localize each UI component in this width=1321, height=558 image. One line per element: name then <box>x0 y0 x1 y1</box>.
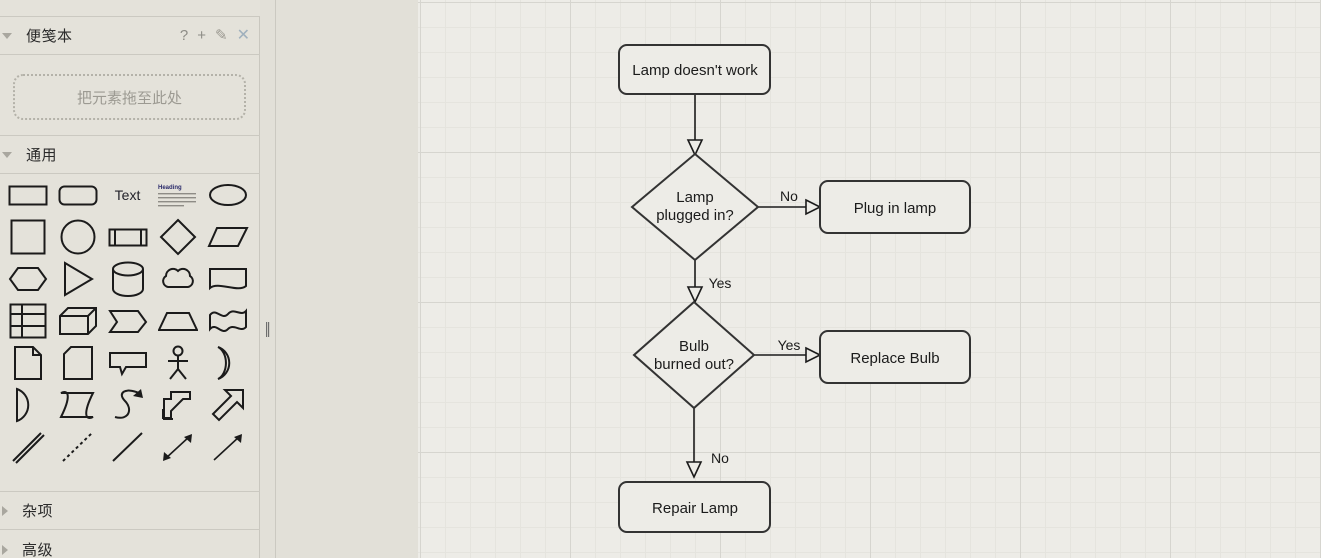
splitter-grip-icon[interactable] <box>266 322 270 337</box>
help-icon[interactable]: ? <box>180 28 188 43</box>
hexagon-shape[interactable] <box>5 258 50 300</box>
parallelogram-shape[interactable] <box>205 216 250 258</box>
diagram-canvas[interactable]: Lamp doesn't work Lamp plugged in? Plug … <box>418 0 1321 558</box>
shape-palette: Text Heading <box>0 174 260 492</box>
double-line-shape[interactable] <box>5 426 50 468</box>
node-label-line1: Bulb <box>679 338 709 355</box>
edge-label-yes-replace: Yes <box>778 337 801 353</box>
cube-shape[interactable] <box>55 300 100 342</box>
shape-row <box>0 342 260 384</box>
node-lamp-doesnt-work[interactable]: Lamp doesn't work <box>618 44 771 95</box>
node-label-line1: Lamp <box>676 189 714 206</box>
edge-label-yes-burned: Yes <box>709 275 732 291</box>
node-bulb-burned-out[interactable]: Bulb burned out? <box>632 300 756 410</box>
canvas-gutter <box>275 0 418 558</box>
scratchpad-header[interactable]: 便笺本 ? + ✎ ✕ <box>0 17 260 55</box>
add-icon[interactable]: + <box>197 28 206 43</box>
scratchpad-body: 把元素拖至此处 <box>0 55 260 136</box>
edge-label-no-repair: No <box>711 450 729 466</box>
actor-shape[interactable] <box>155 342 200 384</box>
edge-burned-no-repair[interactable] <box>685 408 703 479</box>
line-shape[interactable] <box>105 426 150 468</box>
section-title-advanced: 高级 <box>22 542 54 558</box>
edit-pencil-icon[interactable]: ✎ <box>215 28 228 43</box>
dotted-line-shape[interactable] <box>55 426 100 468</box>
node-label-line2: burned out? <box>654 356 734 373</box>
text-shape-label: Text <box>114 187 141 203</box>
crescent-shape[interactable] <box>205 342 250 384</box>
shapes-sidebar: 便笺本 ? + ✎ ✕ 把元素拖至此处 通用 Text Heading 杂项 高… <box>0 0 260 558</box>
chevron-down-icon[interactable] <box>2 32 12 39</box>
scratchpad-actions: ? + ✎ ✕ <box>180 27 250 44</box>
shape-row <box>0 216 260 258</box>
tape-shape[interactable] <box>55 384 100 426</box>
edge-label-no-plug: No <box>780 188 798 204</box>
edge-plugged-yes-burned[interactable] <box>686 260 704 304</box>
ellipse-shape[interactable] <box>205 174 250 216</box>
circle-shape[interactable] <box>55 216 100 258</box>
curved-arrow-shape[interactable] <box>105 384 150 426</box>
node-label: Repair Lamp <box>652 500 738 517</box>
node-repair-lamp[interactable]: Repair Lamp <box>618 481 771 533</box>
shape-row: Text Heading <box>0 174 260 216</box>
sidebar-splitter[interactable] <box>261 0 275 558</box>
section-title-misc: 杂项 <box>22 503 54 520</box>
flowchart: Lamp doesn't work Lamp plugged in? Plug … <box>618 44 971 533</box>
scratchpad-dropzone-label: 把元素拖至此处 <box>76 89 182 107</box>
heading-textblock-shape[interactable]: Heading <box>155 174 200 216</box>
section-header-advanced[interactable]: 高级 <box>0 531 260 558</box>
shape-row <box>0 300 260 342</box>
note-corner-shape[interactable] <box>5 342 50 384</box>
chevron-right-icon[interactable] <box>2 505 8 516</box>
cylinder-shape[interactable] <box>105 258 150 300</box>
half-circle-shape[interactable] <box>5 384 50 426</box>
node-replace-bulb[interactable]: Replace Bulb <box>819 330 971 384</box>
node-label: Replace Bulb <box>850 350 939 367</box>
block-arrow-shape[interactable] <box>205 384 250 426</box>
edge-start-to-plugged[interactable] <box>686 94 704 157</box>
cloud-shape[interactable] <box>155 258 200 300</box>
note-shape[interactable] <box>55 342 100 384</box>
text-shape[interactable]: Text <box>105 174 150 216</box>
close-icon[interactable]: ✕ <box>237 27 250 44</box>
trapezoid-shape[interactable] <box>155 300 200 342</box>
rounded-rectangle-shape[interactable] <box>55 174 100 216</box>
rectangle-shape[interactable] <box>5 174 50 216</box>
process-shape[interactable] <box>105 216 150 258</box>
callout-shape[interactable] <box>105 342 150 384</box>
section-header-misc[interactable]: 杂项 <box>0 492 260 530</box>
chevron-right-icon[interactable] <box>2 544 8 555</box>
double-arrow-shape[interactable] <box>155 384 200 426</box>
bidirectional-arrow-shape[interactable] <box>155 426 200 468</box>
wave-shape[interactable] <box>205 300 250 342</box>
node-label: Plug in lamp <box>854 200 937 217</box>
shape-row <box>0 384 260 426</box>
scratchpad-dropzone[interactable]: 把元素拖至此处 <box>13 74 246 120</box>
section-header-general[interactable]: 通用 <box>0 136 260 174</box>
document-shape[interactable] <box>205 258 250 300</box>
node-lamp-plugged-in[interactable]: Lamp plugged in? <box>630 152 760 262</box>
shape-row <box>0 258 260 300</box>
scratchpad-title: 便笺本 <box>26 28 73 45</box>
shape-row <box>0 426 260 468</box>
sidebar-top-strip <box>0 0 260 17</box>
chevron-down-icon[interactable] <box>2 151 12 158</box>
svg-text:Heading: Heading <box>158 185 182 191</box>
arrow-shape[interactable] <box>205 426 250 468</box>
section-title-general: 通用 <box>26 147 58 164</box>
step-shape[interactable] <box>105 300 150 342</box>
node-plug-in-lamp[interactable]: Plug in lamp <box>819 180 971 234</box>
node-label: Lamp doesn't work <box>632 62 758 79</box>
square-shape[interactable] <box>5 216 50 258</box>
triangle-shape[interactable] <box>55 258 100 300</box>
diagram-editor-window: 便笺本 ? + ✎ ✕ 把元素拖至此处 通用 Text Heading 杂项 高… <box>0 0 1321 558</box>
table-shape[interactable] <box>5 300 50 342</box>
node-label-line2: plugged in? <box>656 207 734 224</box>
diamond-shape[interactable] <box>155 216 200 258</box>
